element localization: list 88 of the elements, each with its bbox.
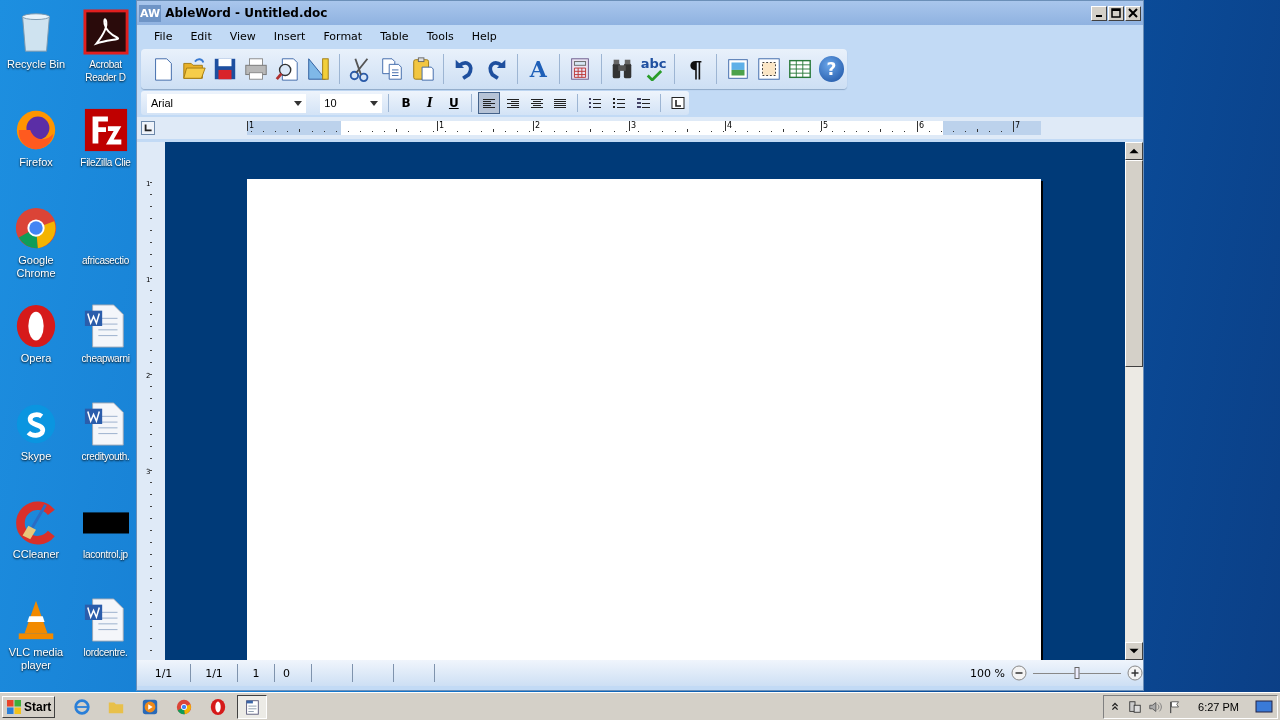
desktop-icon-label[interactable]: credityouth. <box>81 450 130 463</box>
desktop-icon-label[interactable]: Skype <box>20 450 52 463</box>
internet-explorer-icon <box>73 697 92 716</box>
pilcrow-button[interactable]: ¶ <box>680 53 712 85</box>
align-center-icon <box>529 97 544 109</box>
status-field: 1 <box>238 664 275 682</box>
zoom-percent: 100 % <box>970 666 1005 680</box>
align-left-button[interactable] <box>477 92 500 114</box>
ruler-number: 3 <box>629 121 637 131</box>
ruler-number: 1 <box>437 121 445 131</box>
menu-item[interactable]: View <box>220 29 265 43</box>
desktop-icon-label[interactable]: Opera <box>20 352 52 365</box>
italic-button[interactable]: I <box>418 92 441 114</box>
caret-icon <box>294 100 303 106</box>
vertical-scrollbar[interactable] <box>1125 142 1143 660</box>
maximize-icon <box>1110 7 1122 19</box>
network-icon[interactable] <box>1128 699 1143 714</box>
tab-stop-icon <box>142 122 154 134</box>
desktop-icon-label[interactable]: lacontrol.jp <box>83 548 128 561</box>
status-field: 1/1 <box>137 664 191 682</box>
menu-item[interactable]: File <box>145 29 182 43</box>
desktop-icon-label[interactable]: FileZilla Clie <box>80 156 131 169</box>
scroll-up-arrow-icon[interactable] <box>1125 142 1143 160</box>
zoom-slider[interactable] <box>1033 666 1121 680</box>
ruler-number: 6 <box>917 121 925 131</box>
bullets-list-icon <box>612 97 627 109</box>
checkmark-icon <box>644 69 663 81</box>
clock[interactable]: 6:27 PM <box>1198 700 1239 713</box>
document-app-icon <box>243 697 262 716</box>
maximize-button[interactable] <box>1108 5 1124 21</box>
status-field: 1/1 <box>191 664 238 682</box>
zoom-in-icon[interactable] <box>1127 665 1143 681</box>
caret-icon <box>370 100 379 106</box>
pdf-icon[interactable] <box>82 9 129 55</box>
show-desktop-icon[interactable] <box>1255 699 1273 714</box>
menu-item[interactable]: Edit <box>181 29 221 43</box>
menu-item[interactable]: Help <box>462 29 506 43</box>
font-dropdown[interactable]: Arial <box>147 93 307 113</box>
taskbar-button[interactable] <box>237 694 268 719</box>
tab-selector-button[interactable] <box>141 121 155 135</box>
opera-icon <box>209 697 228 716</box>
zoom-out-icon[interactable] <box>1011 665 1027 681</box>
ruler-number: 1 <box>247 121 255 131</box>
align-right-icon <box>505 97 520 109</box>
menu-item[interactable]: Tools <box>417 29 463 43</box>
close-button[interactable] <box>1125 5 1141 21</box>
close-icon <box>1127 7 1139 19</box>
start-button[interactable]: Start <box>2 695 56 718</box>
ruler-number: 2 <box>533 121 541 131</box>
desktop-icon-label[interactable]: Acrobat Reader D <box>76 58 135 84</box>
tab-stop-icon <box>671 97 686 109</box>
multilevel-list-icon <box>636 97 651 109</box>
align-left-icon <box>481 97 496 109</box>
status-field: 0 <box>275 664 312 682</box>
desktop-icon-label[interactable]: lordcentre. <box>83 646 128 659</box>
media-player-icon <box>141 697 160 716</box>
minimize-button[interactable] <box>1091 5 1107 21</box>
windows-logo-icon <box>6 698 22 715</box>
app-logo: AW <box>139 4 162 22</box>
desktop-icon-label[interactable]: Firefox <box>19 156 53 169</box>
desktop-icon-label[interactable]: cheapwarni <box>81 352 130 365</box>
ruler-number: 5 <box>821 121 829 131</box>
minimize-icon <box>1096 15 1102 17</box>
desktop-icon-label[interactable]: Google Chrome <box>0 254 74 280</box>
scroll-down-arrow-icon[interactable] <box>1125 642 1143 660</box>
slider-thumb[interactable] <box>1074 667 1080 679</box>
font-button[interactable]: A <box>522 53 554 85</box>
desktop-icon-label[interactable]: africasectio <box>82 254 129 267</box>
menu-item[interactable]: Insert <box>264 29 315 43</box>
desktop-icon-label[interactable]: CCleaner <box>12 548 60 561</box>
bold-button[interactable]: B <box>395 92 417 114</box>
filezilla-icon[interactable] <box>82 107 129 153</box>
menu-item[interactable]: Table <box>371 29 418 43</box>
spell-check-button[interactable]: abc <box>638 53 670 85</box>
menu-item[interactable]: Format <box>314 29 372 43</box>
chrome-icon[interactable] <box>13 205 59 251</box>
justify-icon <box>553 97 568 109</box>
desktop-icon-label[interactable]: Recycle Bin <box>6 58 66 71</box>
chrome-icon <box>175 697 194 716</box>
scrollbar-thumb[interactable] <box>1125 160 1143 367</box>
ruler-number: 4 <box>725 121 733 131</box>
window-title: AbleWord - Untitled.doc <box>165 6 328 20</box>
underline-button[interactable]: U <box>442 92 465 114</box>
speaker-icon[interactable] <box>1148 699 1163 714</box>
ruler-number: 7 <box>1013 121 1021 131</box>
numbered-list-icon <box>588 97 603 109</box>
font-size-dropdown[interactable]: 10 <box>320 93 383 113</box>
desktop-icon-label[interactable]: VLC media player <box>0 646 74 672</box>
